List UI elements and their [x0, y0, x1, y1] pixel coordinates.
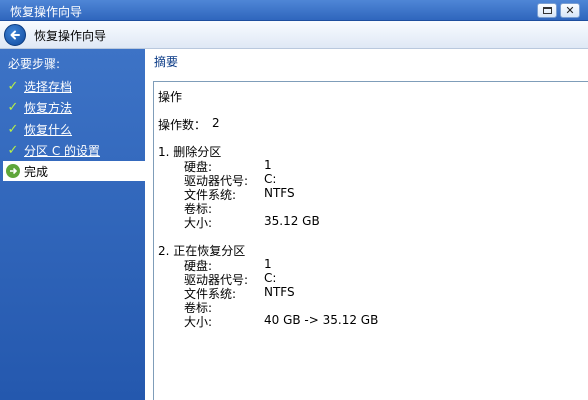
restore-button[interactable] [537, 3, 557, 18]
op-count-label: 操作数： [158, 118, 207, 132]
close-button[interactable]: ✕ [560, 3, 580, 18]
step-select-archive[interactable]: ✓ 选择存档 [4, 76, 144, 96]
step-recovery-method[interactable]: ✓ 恢复方法 [4, 97, 144, 117]
field-value: 1 [264, 257, 272, 271]
field-value: 40 GB -> 35.12 GB [264, 313, 379, 327]
page-title: 摘要 [154, 55, 179, 69]
current-step-arrow-icon [6, 164, 20, 178]
steps-title: 必要步骤: [8, 57, 61, 71]
checkmark-icon: ✓ [7, 99, 19, 115]
close-icon: ✕ [565, 4, 575, 17]
field-value: NTFS [264, 285, 295, 299]
wizard-heading: 恢复操作向导 [34, 29, 107, 43]
step-label[interactable]: 选择存档 [24, 78, 72, 95]
step-finish[interactable]: 完成 [3, 161, 145, 181]
steps-sidebar: 必要步骤: ✓ 选择存档 ✓ 恢复方法 ✓ 恢复什么 ✓ 分区 C 的设置 完成 [0, 49, 145, 400]
step-label[interactable]: 分区 C 的设置 [24, 142, 100, 159]
field-value: C: [264, 271, 277, 285]
back-arrow-icon [10, 30, 20, 40]
checkmark-icon: ✓ [7, 78, 19, 94]
step-label: 完成 [24, 164, 49, 179]
step-what-to-recover[interactable]: ✓ 恢复什么 [4, 119, 144, 139]
summary-section-title: 操作 [158, 90, 183, 104]
step-label[interactable]: 恢复什么 [24, 121, 72, 138]
field-value: C: [264, 172, 277, 186]
checkmark-icon: ✓ [7, 121, 19, 137]
field-value: NTFS [264, 186, 295, 200]
field-value: 35.12 GB [264, 214, 320, 228]
back-button[interactable] [4, 24, 26, 46]
step-partition-c-settings[interactable]: ✓ 分区 C 的设置 [4, 140, 144, 160]
wizard-header: 恢复操作向导 [0, 21, 588, 49]
op-count-value: 2 [212, 116, 220, 130]
title-bar: 恢复操作向导 ✕ [0, 0, 588, 21]
summary-panel[interactable]: 操作 操作数： 2 1. 删除分区 硬盘: 1 驱动器代号: C: 文件系统: … [153, 81, 588, 400]
step-label[interactable]: 恢复方法 [24, 99, 72, 116]
window-title: 恢复操作向导 [10, 5, 83, 19]
checkmark-icon: ✓ [7, 142, 19, 158]
field-label: 大小: [184, 216, 213, 230]
restore-icon [542, 7, 552, 14]
field-label: 大小: [184, 315, 213, 329]
field-value: 1 [264, 158, 272, 172]
